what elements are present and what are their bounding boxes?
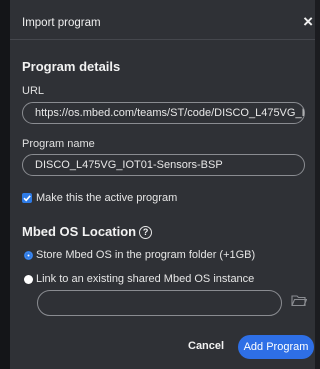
background-strip <box>0 0 10 369</box>
url-input[interactable]: https://os.mbed.com/teams/ST/code/DISCO_… <box>22 102 305 124</box>
program-name-value: DISCO_L475VG_IOT01-Sensors-BSP <box>35 159 223 171</box>
cancel-button[interactable]: Cancel <box>188 340 224 352</box>
help-icon[interactable]: ? <box>139 226 153 239</box>
shared-mbed-os-path-input[interactable] <box>37 290 282 316</box>
url-value: https://os.mbed.com/teams/ST/code/DISCO_… <box>35 107 305 119</box>
mbed-os-location-title: Mbed OS Location <box>22 224 137 239</box>
link-shared-radio[interactable] <box>24 275 33 284</box>
make-active-checkbox[interactable] <box>22 193 32 203</box>
title-divider <box>10 39 315 40</box>
program-details-heading: Program details <box>22 59 121 74</box>
store-in-program-radio[interactable] <box>24 251 33 260</box>
make-active-label: Make this the active program <box>36 192 178 204</box>
folder-icon[interactable] <box>291 294 308 312</box>
program-name-input[interactable]: DISCO_L475VG_IOT01-Sensors-BSP <box>22 154 305 176</box>
add-program-button[interactable]: Add Program <box>238 335 314 359</box>
program-name-label: Program name <box>22 138 95 150</box>
store-in-program-label: Store Mbed OS in the program folder (+1G… <box>36 249 256 261</box>
link-shared-label: Link to an existing shared Mbed OS insta… <box>36 273 255 285</box>
dialog-titlebar: Import program × <box>10 12 315 34</box>
url-label: URL <box>22 85 45 97</box>
checkmark-icon <box>23 195 31 202</box>
mbed-os-location-heading: Mbed OS Location? <box>22 224 153 239</box>
dialog-title: Import program <box>22 17 101 29</box>
close-icon[interactable]: × <box>303 12 313 32</box>
import-program-dialog: Import program × Program details URL htt… <box>10 0 315 369</box>
